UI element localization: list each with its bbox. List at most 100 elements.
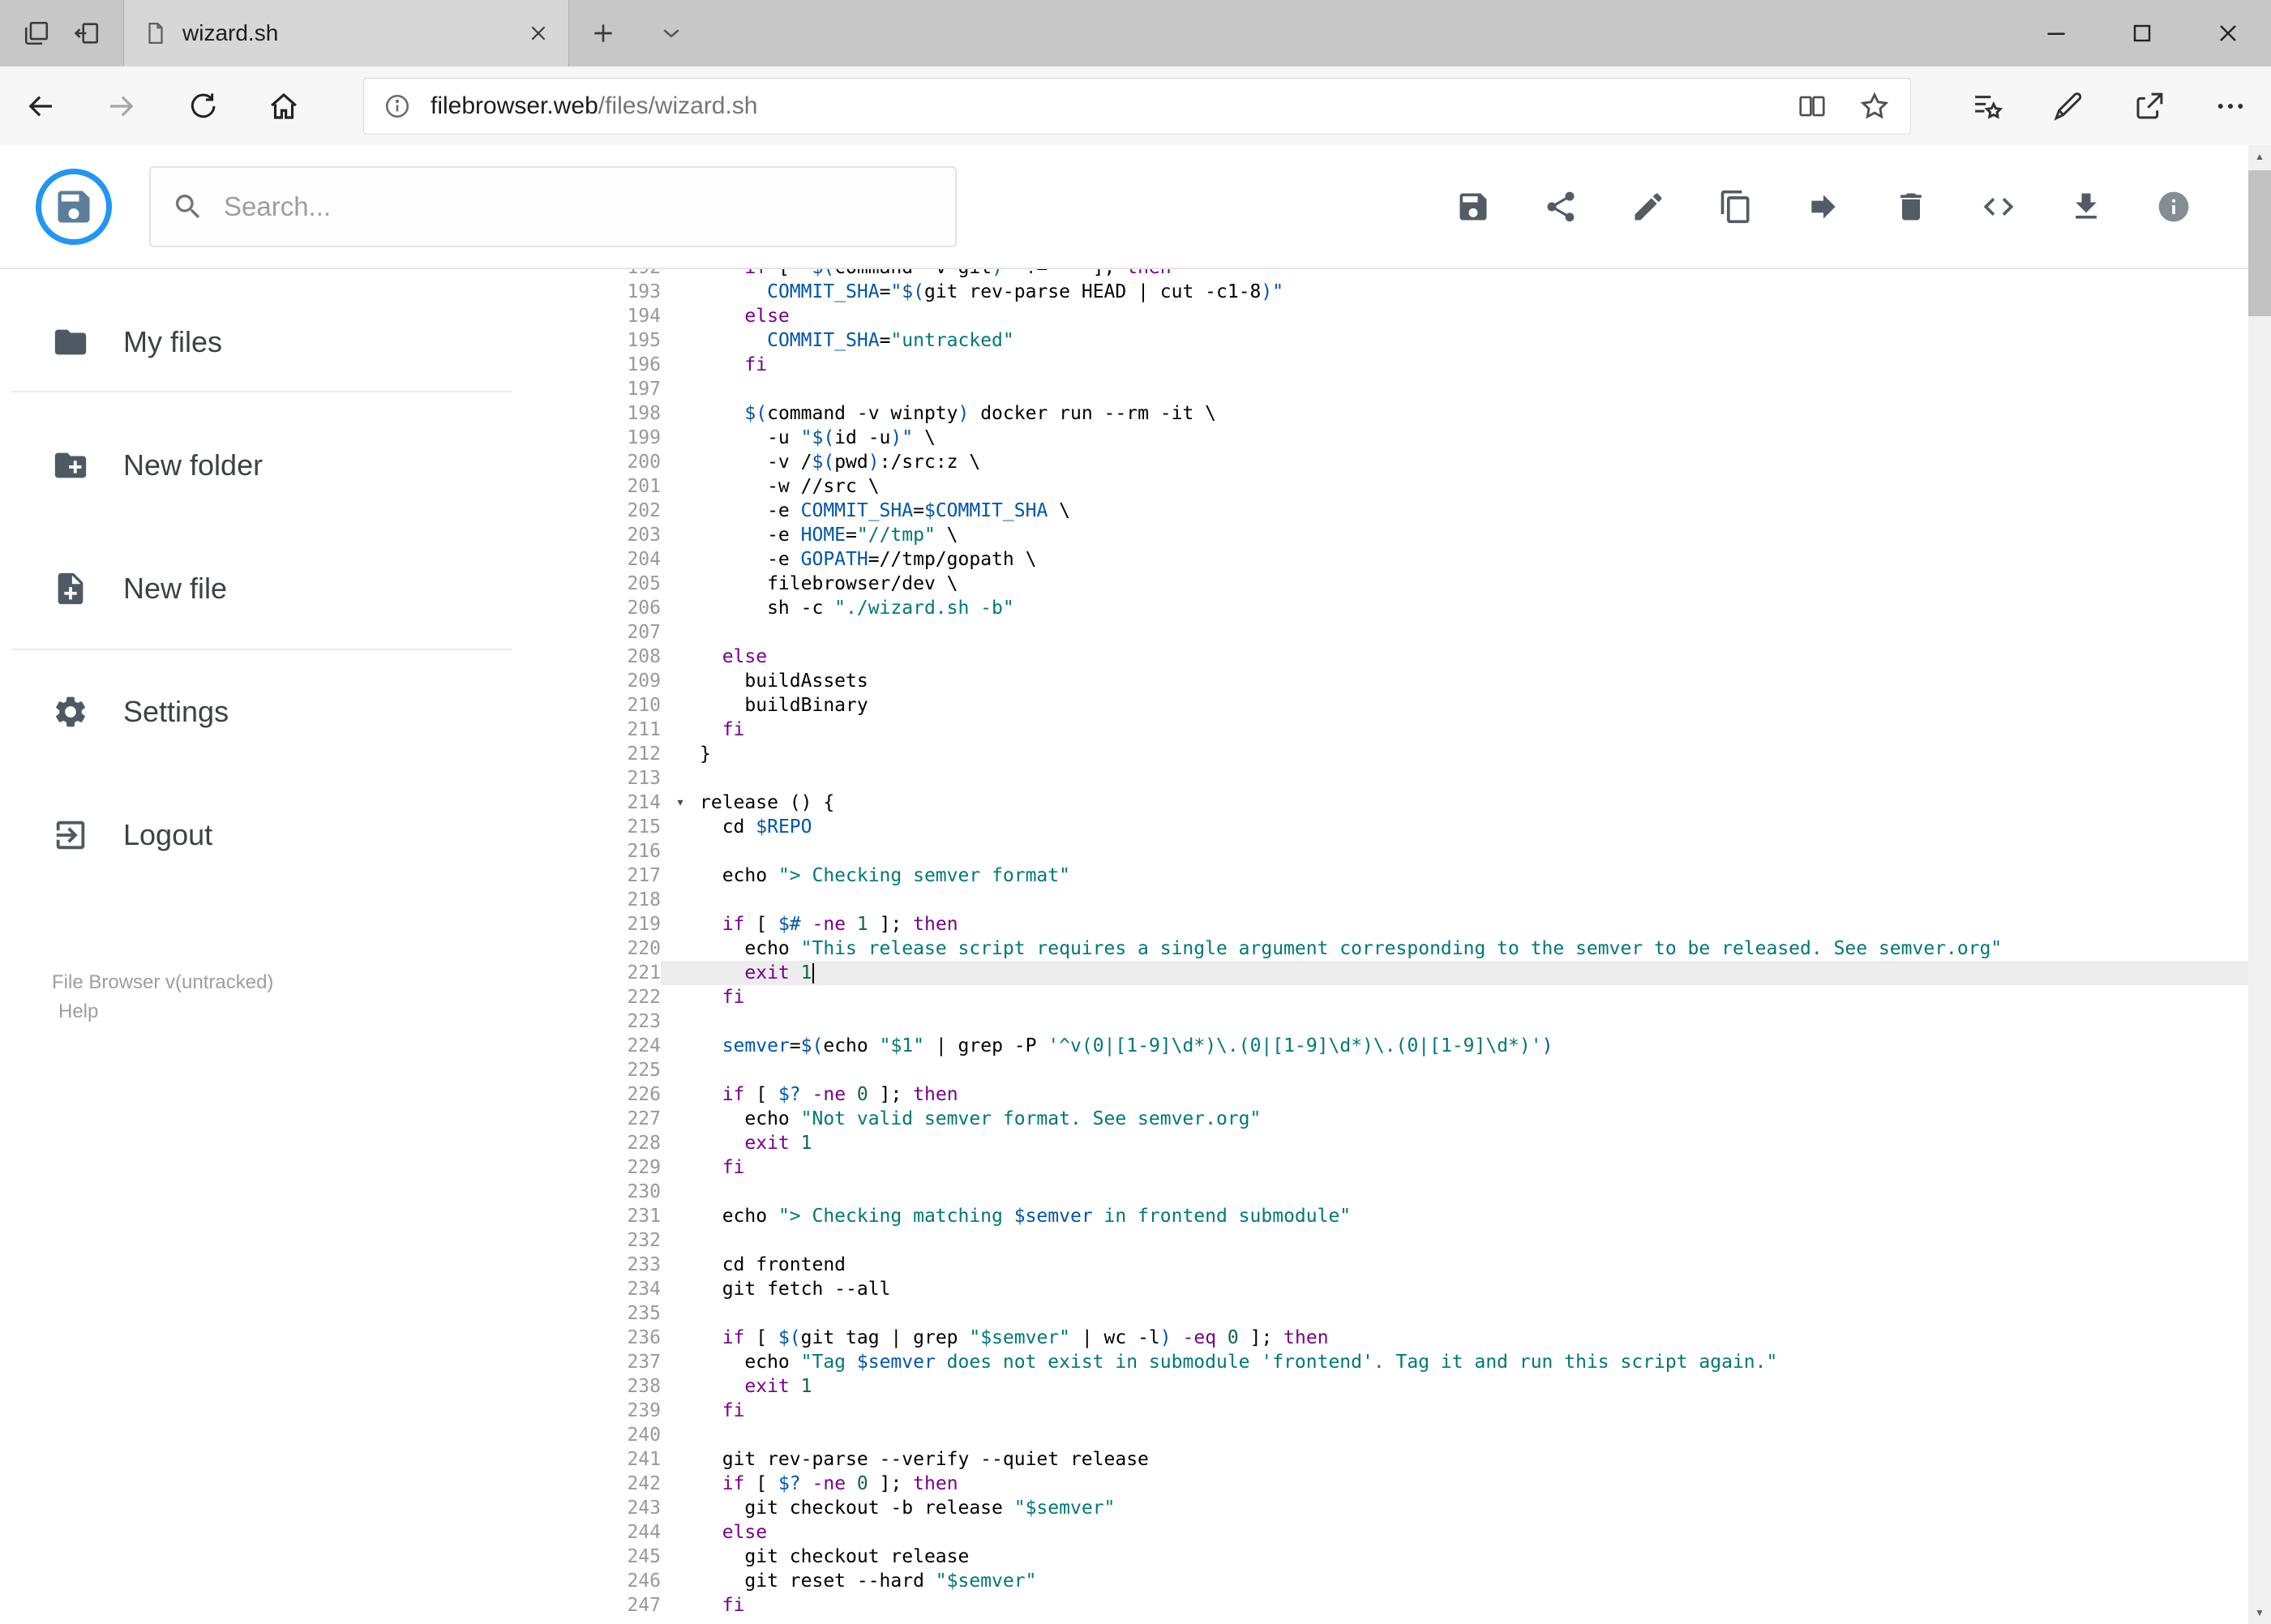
code-text[interactable]: echo "This release script requires a sin… <box>700 936 2248 961</box>
help-link[interactable]: Help <box>58 997 273 1026</box>
forward-button[interactable] <box>81 89 162 123</box>
code-line[interactable]: 224 semver=$(echo "$1" | grep -P '^v(0|[… <box>523 1034 2248 1058</box>
code-line[interactable]: 238 exit 1 <box>523 1374 2248 1399</box>
code-text[interactable]: if [ $# -ne 1 ]; then <box>700 912 2248 936</box>
code-text[interactable] <box>700 1301 2248 1326</box>
scrollbar-thumb[interactable] <box>2248 170 2271 316</box>
code-line[interactable]: 199 -u "$(id -u)" \ <box>523 426 2248 450</box>
download-button[interactable] <box>2068 189 2104 225</box>
tab-close-icon[interactable] <box>528 23 549 44</box>
favorite-star-icon[interactable] <box>1858 90 1891 122</box>
code-text[interactable]: fi <box>700 718 2248 742</box>
delete-button[interactable] <box>1893 189 1929 225</box>
code-text[interactable]: git fetch --all <box>700 1277 2248 1301</box>
code-text[interactable]: fi <box>700 1155 2248 1180</box>
code-text[interactable]: $(command -v winpty) docker run --rm -it… <box>700 401 2248 426</box>
back-button[interactable] <box>0 89 81 123</box>
copy-button[interactable] <box>1718 189 1754 225</box>
code-line[interactable]: 241 git rev-parse --verify --quiet relea… <box>523 1447 2248 1472</box>
sidebar-item-new-file[interactable]: New file <box>0 527 523 650</box>
code-line[interactable]: 237 echo "Tag $semver does not exist in … <box>523 1350 2248 1374</box>
code-text[interactable]: COMMIT_SHA="untracked" <box>700 328 2248 353</box>
code-text[interactable]: semver=$(echo "$1" | grep -P '^v(0|[1-9]… <box>700 1034 2248 1058</box>
home-button[interactable] <box>243 89 324 123</box>
code-text[interactable]: echo "> Checking matching $semver in fro… <box>700 1204 2248 1228</box>
code-line[interactable]: 206 sh -c "./wizard.sh -b" <box>523 596 2248 620</box>
browser-tab[interactable]: wizard.sh <box>123 0 569 66</box>
code-line[interactable]: 231 echo "> Checking matching $semver in… <box>523 1204 2248 1228</box>
code-text[interactable]: git rev-parse --verify --quiet release <box>700 1447 2248 1472</box>
code-text[interactable]: else <box>700 1520 2248 1545</box>
code-text[interactable] <box>700 1423 2248 1447</box>
code-line[interactable]: 228 exit 1 <box>523 1131 2248 1155</box>
search-box[interactable] <box>149 165 957 247</box>
code-text[interactable]: -u "$(id -u)" \ <box>700 426 2248 450</box>
code-line[interactable]: 245 git checkout release <box>523 1545 2248 1569</box>
search-input[interactable] <box>222 190 934 223</box>
code-line[interactable]: 230 <box>523 1180 2248 1204</box>
code-line[interactable]: 201 -w //src \ <box>523 474 2248 499</box>
code-line[interactable]: 209 buildAssets <box>523 669 2248 693</box>
code-text[interactable] <box>700 1228 2248 1253</box>
code-line[interactable]: 198 $(command -v winpty) docker run --rm… <box>523 401 2248 426</box>
code-line[interactable]: 205 filebrowser/dev \ <box>523 572 2248 596</box>
code-text[interactable]: -w //src \ <box>700 474 2248 499</box>
code-line[interactable]: 221 exit 1 <box>523 961 2248 985</box>
code-text[interactable]: -e GOPATH=//tmp/gopath \ <box>700 547 2248 572</box>
code-text[interactable]: if [ $? -ne 0 ]; then <box>700 1472 2248 1496</box>
code-line[interactable]: 203 -e HOME="//tmp" \ <box>523 523 2248 547</box>
source-editor-button[interactable] <box>1981 189 2016 225</box>
code-line[interactable]: 217 echo "> Checking semver format" <box>523 863 2248 888</box>
filebrowser-logo[interactable] <box>36 168 112 245</box>
code-line[interactable]: 196 fi <box>523 353 2248 377</box>
code-text[interactable]: filebrowser/dev \ <box>700 572 2248 596</box>
code-text[interactable]: -e COMMIT_SHA=$COMMIT_SHA \ <box>700 499 2248 523</box>
code-text[interactable]: fi <box>700 1593 2248 1618</box>
code-line[interactable]: 195 COMMIT_SHA="untracked" <box>523 328 2248 353</box>
code-line[interactable]: 243 git checkout -b release "$semver" <box>523 1496 2248 1520</box>
code-line[interactable]: 194 else <box>523 304 2248 328</box>
code-line[interactable]: 215 cd $REPO <box>523 815 2248 839</box>
move-button[interactable] <box>1806 189 1841 225</box>
code-text[interactable]: git reset --hard "$semver" <box>700 1569 2248 1593</box>
code-line[interactable]: 207 <box>523 620 2248 645</box>
code-line[interactable]: 232 <box>523 1228 2248 1253</box>
maximize-button[interactable] <box>2099 0 2185 66</box>
code-line[interactable]: 216 <box>523 839 2248 863</box>
code-text[interactable]: COMMIT_SHA="$(git rev-parse HEAD | cut -… <box>700 280 2248 304</box>
close-window-button[interactable] <box>2185 0 2271 66</box>
code-text[interactable]: echo "> Checking semver format" <box>700 863 2248 888</box>
code-line[interactable]: 246 git reset --hard "$semver" <box>523 1569 2248 1593</box>
code-line[interactable]: 233 cd frontend <box>523 1253 2248 1277</box>
code-line[interactable]: 202 -e COMMIT_SHA=$COMMIT_SHA \ <box>523 499 2248 523</box>
code-line[interactable]: 247 fi <box>523 1593 2248 1618</box>
share-file-button[interactable] <box>1543 189 1579 225</box>
code-line[interactable]: 227 echo "Not valid semver format. See s… <box>523 1107 2248 1131</box>
code-text[interactable]: if [ "$(command -v git)" != "" ]; then <box>700 269 2248 280</box>
code-text[interactable]: fi <box>700 1399 2248 1423</box>
rename-button[interactable] <box>1630 189 1666 225</box>
code-text[interactable]: else <box>700 304 2248 328</box>
minimize-button[interactable] <box>2013 0 2099 66</box>
sidebar-item-logout[interactable]: Logout <box>0 773 523 897</box>
code-line[interactable]: 225 <box>523 1058 2248 1082</box>
code-line[interactable]: 239 fi <box>523 1399 2248 1423</box>
code-text[interactable] <box>700 377 2248 401</box>
code-line[interactable]: 229 fi <box>523 1155 2248 1180</box>
sidebar-item-my-files[interactable]: My files <box>0 281 523 404</box>
code-text[interactable] <box>700 1180 2248 1204</box>
code-text[interactable]: if [ $(git tag | grep "$semver" | wc -l)… <box>700 1326 2248 1350</box>
code-text[interactable] <box>700 839 2248 863</box>
code-line[interactable]: 211 fi <box>523 718 2248 742</box>
code-text[interactable]: if [ $? -ne 0 ]; then <box>700 1082 2248 1107</box>
code-text[interactable]: buildAssets <box>700 669 2248 693</box>
code-text[interactable]: fi <box>700 985 2248 1009</box>
code-text[interactable]: cd $REPO <box>700 815 2248 839</box>
code-line[interactable]: 208 else <box>523 645 2248 669</box>
tab-preview-chevron-icon[interactable] <box>637 0 705 66</box>
info-button[interactable] <box>2156 189 2192 225</box>
code-text[interactable]: -e HOME="//tmp" \ <box>700 523 2248 547</box>
code-text[interactable]: } <box>700 742 2248 766</box>
code-text[interactable]: echo "Not valid semver format. See semve… <box>700 1107 2248 1131</box>
code-editor[interactable]: 192 if [ "$(command -v git)" != "" ]; th… <box>523 269 2248 1624</box>
